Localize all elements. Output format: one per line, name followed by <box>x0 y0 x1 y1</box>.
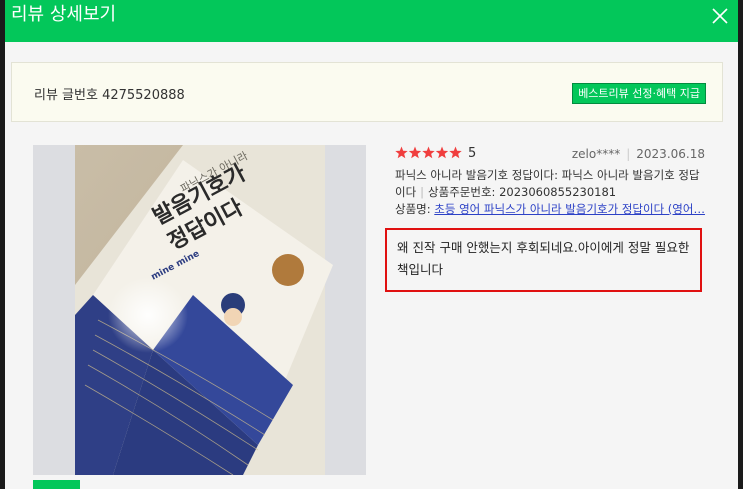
close-button[interactable] <box>710 6 730 26</box>
reviewer-id: zelo**** <box>571 147 621 161</box>
title-bar: 리뷰 상세보기 <box>5 0 738 42</box>
product-name-line: 상품명: 초등 영어 파닉스가 아니라 발음기호가 정답이다 (영어… <box>395 201 705 218</box>
review-detail-window: 리뷰 상세보기 리뷰 글번호 4275520888 베스트리뷰 선정·혜택 지급 <box>5 0 738 489</box>
order-number-label: 상품주문번호: <box>428 185 496 199</box>
star-icon <box>395 146 408 159</box>
review-number: 리뷰 글번호 4275520888 <box>34 84 185 103</box>
rating-value: 5 <box>468 146 477 161</box>
review-text: 왜 진작 구매 안했는지 후회되네요.아이에게 정말 필요한 책입니다 <box>385 228 702 292</box>
review-photo[interactable]: 파닉스가 아니라 발음기호가 정답이다 mine mine <box>33 145 366 475</box>
option-divider: | <box>420 185 425 199</box>
stars-graphic <box>395 146 462 159</box>
product-option-line: 파닉스 아니라 발음기호 정답이다: 파닉스 아니라 발음기호 정답이다 | 상품주… <box>395 167 705 201</box>
star-icon <box>435 146 449 159</box>
review-meta: zelo**** | 2023.06.18 <box>572 147 705 161</box>
book-photo-image: 파닉스가 아니라 발음기호가 정답이다 mine mine <box>75 145 333 475</box>
star-icon <box>408 146 422 159</box>
photo-indicator-tab[interactable] <box>33 480 80 489</box>
review-number-label: 리뷰 글번호 <box>34 88 98 103</box>
review-info-bar: 리뷰 글번호 4275520888 베스트리뷰 선정·혜택 지급 <box>11 62 723 122</box>
close-icon <box>712 8 728 24</box>
window-title: 리뷰 상세보기 <box>11 4 117 25</box>
star-icon <box>449 146 462 159</box>
meta-divider: | <box>626 147 631 161</box>
star-icon <box>422 146 435 159</box>
review-number-value: 4275520888 <box>102 88 185 103</box>
review-date: 2023.06.18 <box>636 147 705 161</box>
star-rating <box>395 145 463 161</box>
best-review-button[interactable]: 베스트리뷰 선정·혜택 지급 <box>572 83 706 104</box>
order-number: 2023060855230181 <box>499 185 617 199</box>
product-name-link[interactable]: 초등 영어 파닉스가 아니라 발음기호가 정답이다 (영어… <box>434 202 705 216</box>
product-name-label: 상품명: <box>395 202 431 216</box>
